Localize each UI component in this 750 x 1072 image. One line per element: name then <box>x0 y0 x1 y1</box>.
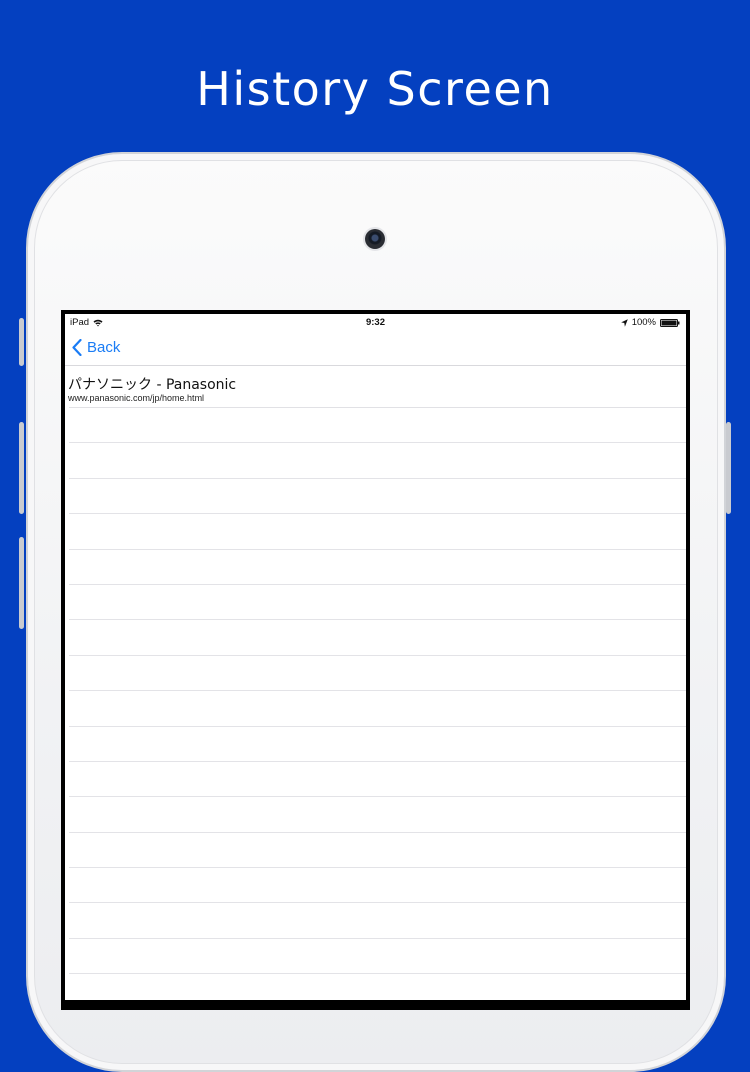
empty-row <box>69 939 686 975</box>
battery-icon <box>660 318 680 327</box>
history-item-url: www.panasonic.com/jp/home.html <box>68 393 205 403</box>
status-right: 100% <box>620 317 680 328</box>
status-bar: iPad 9:32 100% <box>65 314 686 332</box>
empty-row <box>69 656 686 692</box>
battery-percent: 100% <box>631 317 656 328</box>
empty-row <box>69 833 686 869</box>
empty-row <box>69 868 686 904</box>
navigation-bar: Back <box>65 332 686 366</box>
empty-row <box>69 479 686 515</box>
empty-row <box>69 620 686 656</box>
history-item-title: パナソニック - Panasonic <box>68 377 237 393</box>
camera-icon <box>365 229 385 249</box>
history-list: パナソニック - Panasonic www.panasonic.com/jp/… <box>65 366 686 975</box>
back-label: Back <box>87 339 121 356</box>
history-item[interactable]: パナソニック - Panasonic www.panasonic.com/jp/… <box>68 366 686 408</box>
empty-row <box>69 514 686 550</box>
empty-row <box>69 585 686 621</box>
location-arrow-icon <box>620 318 628 327</box>
back-button[interactable]: Back <box>72 339 120 356</box>
chevron-left-icon <box>72 339 82 356</box>
volume-up-button <box>19 422 24 514</box>
power-button <box>726 422 731 514</box>
empty-row <box>69 408 686 444</box>
empty-row <box>69 762 686 798</box>
empty-row <box>69 727 686 762</box>
empty-row <box>69 903 686 939</box>
app-screen: iPad 9:32 100% Back パナソニック - Panasonic w… <box>65 314 686 1000</box>
empty-row <box>69 797 686 833</box>
status-time: 9:32 <box>365 317 385 328</box>
empty-row <box>69 443 686 479</box>
empty-row <box>69 691 686 727</box>
mute-switch <box>19 318 24 366</box>
volume-down-button <box>19 537 24 629</box>
empty-row <box>69 550 686 585</box>
promo-headline: History Screen <box>196 62 554 116</box>
